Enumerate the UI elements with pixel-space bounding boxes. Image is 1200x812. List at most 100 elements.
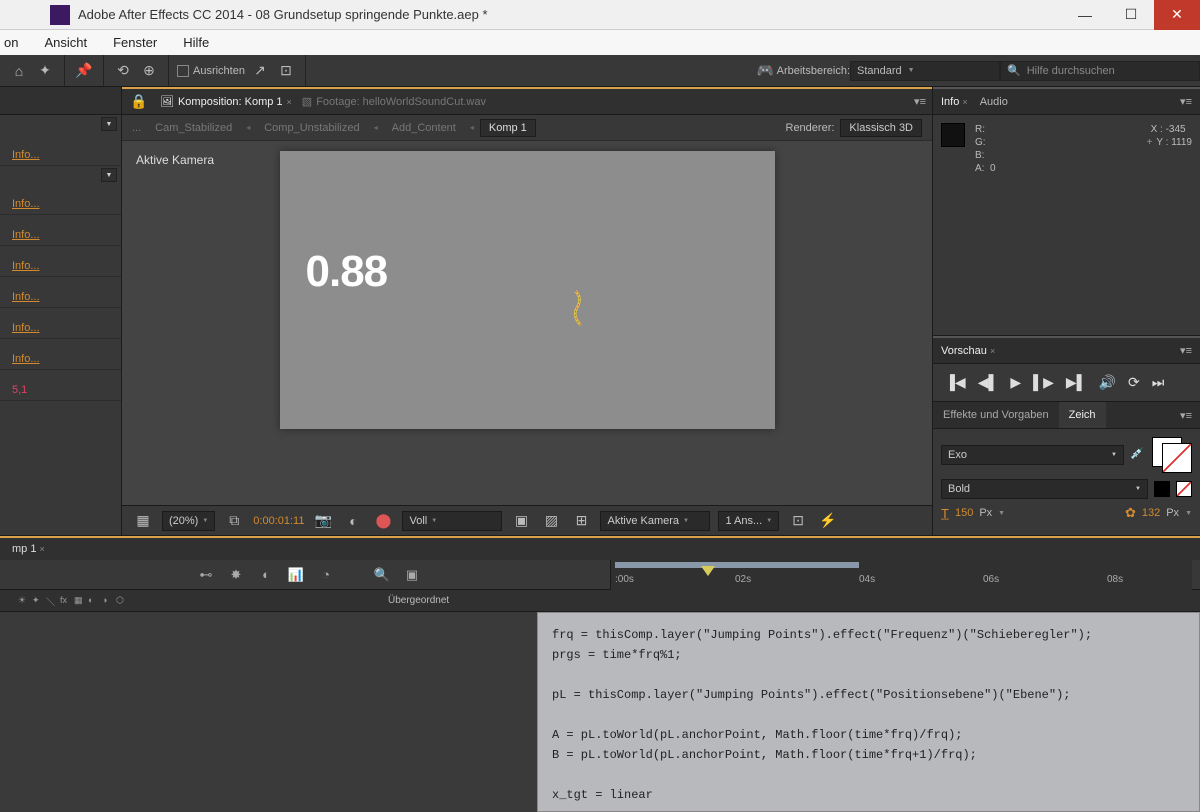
prev-frame-button[interactable]: ◀▌ — [978, 374, 999, 391]
tool-anchor-icon[interactable]: ⊕ — [138, 60, 160, 82]
list-item[interactable]: Info... — [0, 277, 121, 308]
switch-sun-icon[interactable]: ☀ — [18, 595, 30, 607]
mini-swatch-none[interactable] — [1176, 481, 1192, 497]
switch-3d-icon[interactable]: ⬡ — [116, 595, 128, 607]
tab-composition[interactable]: 🖼 Komposition: Komp 1 × — [160, 95, 292, 108]
transparency-icon[interactable]: ▨ — [540, 510, 562, 532]
list-item[interactable]: Info... — [0, 308, 121, 339]
switch-film-icon[interactable]: ▦ — [74, 595, 86, 607]
list-item[interactable]: Info... — [0, 246, 121, 277]
last-frame-button[interactable]: ▶▌ — [1066, 374, 1087, 391]
tool-controller-icon[interactable]: 🎮 — [755, 60, 777, 82]
current-time-indicator[interactable] — [701, 566, 715, 576]
resolution-icon[interactable]: ⧉ — [223, 510, 245, 532]
grid-icon[interactable]: ▦ — [132, 510, 154, 532]
list-item[interactable]: Info... — [0, 184, 121, 215]
viewer[interactable]: Aktive Kamera 0.88 — [122, 141, 932, 505]
crumb-unstab[interactable]: Comp_Unstabilized — [256, 120, 367, 136]
mini-swatch-black[interactable] — [1154, 481, 1170, 497]
crumb-add[interactable]: Add_Content — [384, 120, 464, 136]
renderer-dropdown[interactable]: Klassisch 3D — [840, 119, 922, 137]
font-weight-dropdown[interactable]: Bold — [941, 479, 1148, 499]
quality-dropdown[interactable]: Voll — [402, 511, 502, 531]
tab-character[interactable]: Zeich — [1059, 402, 1106, 428]
switch-blur-icon[interactable]: ◐ — [88, 595, 100, 607]
leading-value[interactable]: 132 — [1142, 507, 1160, 519]
fast-preview-icon[interactable]: ⚡ — [817, 510, 839, 532]
crumb-cam[interactable]: Cam_Stabilized — [147, 120, 240, 136]
tool-home-icon[interactable]: ⌂ — [8, 60, 30, 82]
menu-ansicht[interactable]: Ansicht — [40, 32, 91, 53]
menu-fenster[interactable]: Fenster — [109, 32, 161, 53]
crumb-komp1[interactable]: Komp 1 — [480, 119, 536, 137]
panel-menu-icon[interactable]: ▾≡ — [1180, 344, 1192, 357]
list-item[interactable]: Info... — [0, 339, 121, 370]
tl-blur-icon[interactable]: ◐ — [254, 564, 278, 586]
panel-menu-icon[interactable]: ▾≡ — [1180, 409, 1200, 422]
close-tab-icon[interactable]: × — [287, 97, 292, 107]
menu-hilfe[interactable]: Hilfe — [179, 32, 213, 53]
options-icon[interactable]: ⊡ — [787, 510, 809, 532]
stroke-color-swatch[interactable] — [1162, 443, 1192, 473]
loop-button[interactable]: ⟳ — [1128, 374, 1140, 391]
help-search[interactable]: 🔍 Hilfe durchsuchen — [1000, 61, 1200, 81]
list-item[interactable]: Info... — [0, 215, 121, 246]
tab-footage[interactable]: ▧ Footage: helloWorldSoundCut.wav — [302, 95, 486, 108]
switch-line-icon[interactable]: ＼ — [46, 595, 58, 607]
composition-canvas[interactable]: 0.88 — [280, 151, 775, 429]
time-ruler[interactable]: :00s 02s 04s 06s 08s 10s — [610, 560, 1192, 590]
exposure-icon[interactable]: ◐ — [342, 510, 364, 532]
font-family-dropdown[interactable]: Exo — [941, 445, 1124, 465]
left-item-dd[interactable]: ▼ — [101, 168, 117, 182]
timeline-tab[interactable]: mp 1 × — [6, 543, 51, 555]
zoom-dropdown[interactable]: (20%) — [162, 511, 215, 531]
tl-graph-icon[interactable]: 📊 — [284, 564, 308, 586]
tool-snap-icon[interactable]: ↗ — [249, 60, 271, 82]
tab-audio[interactable]: Audio — [980, 96, 1008, 108]
timecode[interactable]: 0:00:01:11 — [253, 515, 304, 527]
workspace-dropdown[interactable]: Standard — [850, 61, 1000, 81]
tab-vorschau[interactable]: Vorschau × — [941, 345, 995, 357]
color-icon[interactable]: ⬤ — [372, 510, 394, 532]
camera-icon[interactable]: 📷 — [312, 510, 334, 532]
maximize-button[interactable]: ☐ — [1108, 0, 1154, 30]
align-checkbox[interactable] — [177, 65, 189, 77]
menu-on[interactable]: on — [0, 32, 22, 53]
font-size-value[interactable]: 150 — [955, 507, 973, 519]
switch-fx-icon[interactable]: fx — [60, 595, 72, 607]
tl-shy-icon[interactable]: ⊷ — [194, 564, 218, 586]
view-dropdown[interactable]: Aktive Kamera — [600, 511, 710, 531]
region-icon[interactable]: ⊞ — [570, 510, 592, 532]
left-filter-dd[interactable]: ▼ — [101, 117, 117, 131]
ram-preview-button[interactable]: ⏭ — [1152, 374, 1165, 391]
tool-wand-icon[interactable]: ✦ — [34, 60, 56, 82]
mask-icon[interactable]: ▣ — [510, 510, 532, 532]
tl-3d-icon[interactable]: ✸ — [224, 564, 248, 586]
tab-effects[interactable]: Effekte und Vorgaben — [933, 409, 1059, 421]
tab-info[interactable]: Info × — [941, 96, 968, 108]
lock-icon[interactable]: 🔒 — [128, 91, 150, 113]
tl-fx-icon[interactable]: ◔ — [314, 564, 338, 586]
work-area-bar[interactable] — [615, 562, 859, 568]
next-frame-button[interactable]: ▌▶ — [1033, 374, 1054, 391]
close-button[interactable]: ✕ — [1154, 0, 1200, 30]
views-count-dropdown[interactable]: 1 Ans... — [718, 511, 779, 531]
tool-rotate-icon[interactable]: ⟲ — [112, 60, 134, 82]
tl-frame-icon[interactable]: ▣ — [400, 564, 424, 586]
eyedropper-icon[interactable]: 💉 — [1130, 447, 1146, 463]
list-item-red[interactable]: 5,1 — [0, 370, 121, 401]
audio-button[interactable]: 🔊 — [1099, 374, 1116, 391]
list-item[interactable]: Info... — [0, 135, 121, 166]
switch-adjust-icon[interactable]: ◑ — [102, 595, 114, 607]
first-frame-button[interactable]: ▐◀ — [945, 374, 966, 391]
color-swatch — [941, 123, 965, 147]
tl-search-icon[interactable]: 🔍 — [370, 564, 394, 586]
expression-editor[interactable]: frq = thisComp.layer("Jumping Points").e… — [537, 612, 1200, 812]
panel-menu-icon[interactable]: ▾≡ — [914, 95, 926, 108]
panel-menu-icon[interactable]: ▾≡ — [1180, 95, 1192, 108]
play-button[interactable]: ▶ — [1010, 374, 1021, 391]
switch-star-icon[interactable]: ✦ — [32, 595, 44, 607]
minimize-button[interactable]: — — [1062, 0, 1108, 30]
tool-pin-icon[interactable]: 📌 — [73, 60, 95, 82]
tool-snap-box-icon[interactable]: ⊡ — [275, 60, 297, 82]
